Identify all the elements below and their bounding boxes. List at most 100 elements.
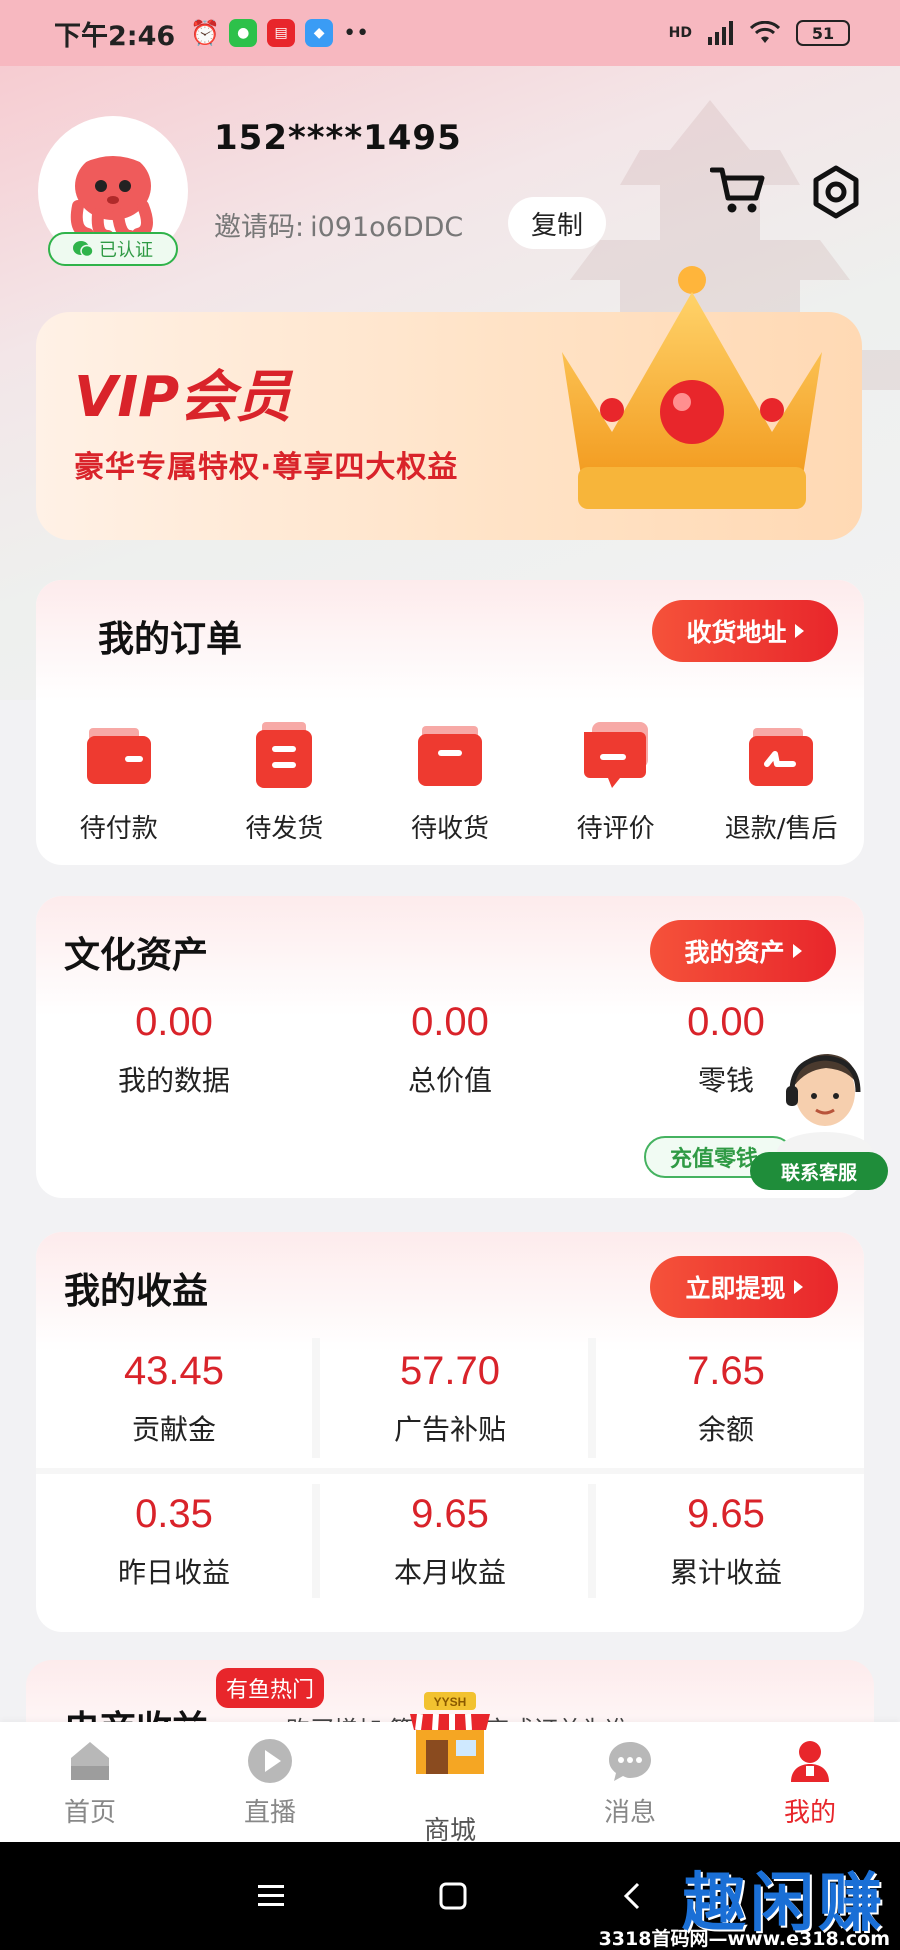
- address-button[interactable]: 收货地址: [652, 600, 838, 662]
- nav-label: 我的: [783, 1798, 836, 1828]
- withdraw-button-label: 立即提现: [685, 1274, 786, 1303]
- back-icon[interactable]: [620, 1881, 644, 1911]
- phone-number: 152****1495: [214, 118, 462, 158]
- asset-value: 0.00: [687, 1000, 765, 1044]
- earnings-row: 43.45 贡献金 57.70 广告补贴 7.65 余额: [36, 1328, 864, 1468]
- bottom-navigation: 首页 直播 YYSH 商城 消息 我的: [0, 1692, 900, 1846]
- order-item-label: 待付款: [79, 814, 158, 844]
- menu-icon[interactable]: [256, 1883, 286, 1909]
- vip-banner[interactable]: VIP会员 豪华专属特权·尊享四大权益: [36, 266, 862, 540]
- nav-label: 直播: [243, 1798, 296, 1828]
- more-notifications-icon: ••: [343, 20, 370, 46]
- vip-subtitle: 豪华专属特权·尊享四大权益: [74, 450, 459, 485]
- order-status-list: 待付款 待发货 待收货 待评价 退款/售后: [36, 710, 864, 845]
- nav-item-mall[interactable]: YYSH 商城: [360, 1692, 540, 1846]
- earnings-grid: 43.45 贡献金 57.70 广告补贴 7.65 余额 0.35 昨日收益 9…: [36, 1328, 864, 1608]
- orders-card: 我的订单 收货地址 待付款 待发货 待收货 待评价 退款/售后: [36, 580, 864, 865]
- verified-label: 已认证: [99, 240, 153, 261]
- earnings-card: 我的收益 立即提现 43.45 贡献金 57.70 广告补贴 7.65 余额 0…: [36, 1232, 864, 1632]
- arrow-right-icon: [792, 944, 802, 958]
- earning-label: 本月收益: [393, 1555, 506, 1589]
- asset-label: 零钱: [697, 1064, 754, 1097]
- earning-value: 57.70: [399, 1348, 501, 1393]
- earning-this-month[interactable]: 9.65 本月收益: [312, 1474, 588, 1608]
- arrow-right-icon: [793, 1280, 803, 1294]
- asset-total-value[interactable]: 0.00 总价值: [312, 1000, 588, 1099]
- watermark-url: 3318首码网—www.e318.com: [598, 1928, 890, 1950]
- status-bar: 下午2:46 ⏰ ● ▤ ◆ •• HD 51: [0, 0, 900, 66]
- order-item-pending-shipment[interactable]: 待发货: [202, 710, 368, 845]
- asset-label: 我的数据: [117, 1064, 230, 1097]
- earnings-row: 0.35 昨日收益 9.65 本月收益 9.65 累计收益: [36, 1468, 864, 1608]
- signal-icon: [708, 21, 733, 45]
- assets-card: 文化资产 我的资产 0.00 我的数据 0.00 总价值 0.00 零钱 充值零…: [36, 896, 864, 1198]
- order-item-refund[interactable]: 退款/售后: [698, 710, 864, 845]
- wechat-icon: [73, 241, 93, 258]
- earning-value: 0.35: [135, 1491, 213, 1536]
- earning-label: 贡献金: [131, 1412, 216, 1446]
- withdraw-button[interactable]: 立即提现: [650, 1256, 838, 1318]
- settings-icon[interactable]: [808, 164, 864, 220]
- invite-code-row: 邀请码: i091o6DDC: [214, 205, 463, 244]
- my-assets-button[interactable]: 我的资产: [650, 920, 836, 982]
- chat-app-icon: ◆: [305, 19, 334, 47]
- status-notification-icons: ⏰ ● ▤ ◆ ••: [190, 19, 370, 47]
- earnings-title: 我的收益: [64, 1271, 209, 1312]
- nav-item-home[interactable]: 首页: [0, 1722, 180, 1842]
- customer-service-float[interactable]: 联系客服: [750, 1040, 890, 1200]
- address-button-label: 收货地址: [686, 618, 787, 647]
- orders-title: 我的订单: [98, 619, 243, 660]
- earning-value: 43.45: [123, 1348, 225, 1393]
- alarm-icon: ⏰: [190, 19, 221, 47]
- octopus-avatar-image: [70, 150, 153, 242]
- customer-service-label: 联系客服: [750, 1152, 888, 1190]
- earning-label: 累计收益: [669, 1555, 782, 1589]
- order-item-label: 待评价: [576, 814, 655, 844]
- earning-contribution[interactable]: 43.45 贡献金: [36, 1328, 312, 1468]
- order-item-label: 待发货: [245, 814, 324, 844]
- order-item-pending-payment[interactable]: 待付款: [36, 710, 202, 845]
- nav-item-mine[interactable]: 我的: [720, 1722, 900, 1842]
- verified-badge: 已认证: [48, 232, 178, 266]
- earning-value: 7.65: [687, 1348, 765, 1393]
- nav-item-messages[interactable]: 消息: [540, 1722, 720, 1842]
- home-square-icon[interactable]: [438, 1881, 468, 1911]
- earning-value: 9.65: [411, 1491, 489, 1536]
- hot-tag-badge: 有鱼热门: [216, 1668, 325, 1708]
- nav-label: 消息: [603, 1798, 656, 1828]
- inbox-icon: [417, 726, 482, 786]
- review-icon: [583, 722, 648, 788]
- earning-ad-subsidy[interactable]: 57.70 广告补贴: [312, 1328, 588, 1468]
- refund-icon: [749, 728, 814, 786]
- play-icon: [248, 1739, 292, 1783]
- status-time: 下午2:46: [54, 20, 176, 52]
- crown-icon: [562, 266, 822, 509]
- order-item-label: 待收货: [410, 814, 489, 844]
- earning-balance[interactable]: 7.65 余额: [588, 1328, 864, 1468]
- copy-button[interactable]: 复制: [508, 197, 606, 249]
- cart-icon[interactable]: [710, 162, 766, 218]
- earning-label: 昨日收益: [117, 1555, 230, 1589]
- earning-yesterday[interactable]: 0.35 昨日收益: [36, 1474, 312, 1608]
- wechat-icon: ●: [229, 19, 258, 47]
- earning-cumulative[interactable]: 9.65 累计收益: [588, 1474, 864, 1608]
- network-type: HD: [668, 25, 692, 41]
- customer-service-avatar-icon: [777, 1054, 873, 1160]
- vip-title: VIP会员: [74, 365, 292, 430]
- asset-value: 0.00: [411, 1000, 489, 1044]
- order-item-pending-receipt[interactable]: 待收货: [367, 710, 533, 845]
- wifi-icon: [750, 21, 780, 43]
- nav-item-live[interactable]: 直播: [180, 1722, 360, 1842]
- asset-label: 总价值: [407, 1064, 492, 1097]
- arrow-right-icon: [794, 624, 804, 638]
- order-item-pending-review[interactable]: 待评价: [533, 710, 699, 845]
- message-icon: [609, 1742, 651, 1781]
- asset-my-data[interactable]: 0.00 我的数据: [36, 1000, 312, 1099]
- mall-badge-text: YYSH: [434, 1695, 467, 1709]
- shop-icon: YYSH: [410, 1692, 490, 1774]
- assets-title: 文化资产: [64, 935, 209, 976]
- status-system-icons: HD 51: [669, 20, 850, 46]
- assets-values-row: 0.00 我的数据 0.00 总价值 0.00 零钱: [36, 1000, 864, 1099]
- my-assets-button-label: 我的资产: [684, 938, 785, 967]
- home-icon: [71, 1742, 109, 1780]
